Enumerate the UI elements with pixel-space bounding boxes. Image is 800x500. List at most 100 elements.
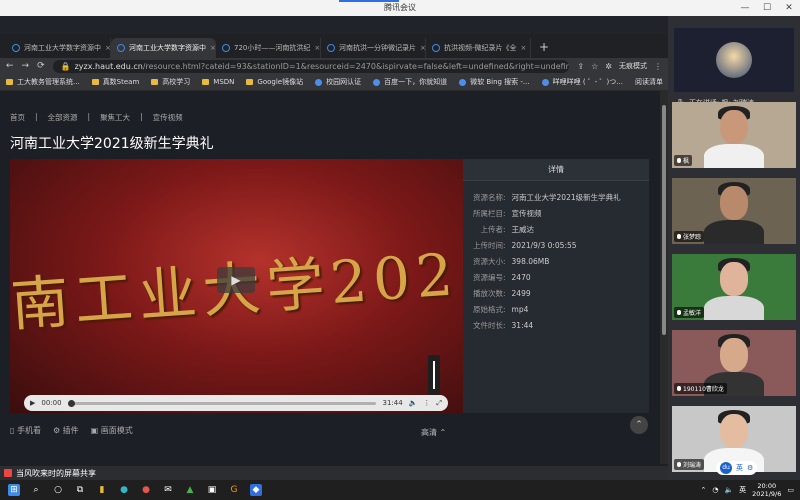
tab-close-icon[interactable]: × xyxy=(420,44,425,52)
plugin-button[interactable]: ⚙ 插件 xyxy=(53,425,79,436)
url-path: /resource.html?cateid=93&stationID=1&res… xyxy=(142,61,570,71)
clock[interactable]: 20:00 2021/9/6 xyxy=(752,482,781,498)
participant-video[interactable]: 张梦踪 xyxy=(672,178,796,244)
breadcrumb-item[interactable]: 宣传视频 xyxy=(153,112,183,123)
maximize-icon[interactable]: ☐ xyxy=(756,0,778,16)
browser-tab[interactable]: 720小时——河南抗洪纪 × xyxy=(216,38,321,58)
folder-icon xyxy=(91,79,99,85)
tab-favicon-icon xyxy=(117,44,125,52)
url-input[interactable]: 🔒 zyzx.haut.edu.cn/resource.html?cateid=… xyxy=(52,59,570,73)
bookmark-item[interactable]: 真数Steam xyxy=(91,77,139,87)
bookmark-item[interactable]: Google镜像站 xyxy=(246,77,303,87)
reload-icon[interactable]: ⟳ xyxy=(37,61,45,71)
chevron-up-icon: ⌃ xyxy=(439,428,447,437)
edge-icon[interactable]: ● xyxy=(118,484,130,496)
browser-tab[interactable]: 河南工业大学数字资源中 × xyxy=(6,38,111,58)
participant-video[interactable]: 枫 xyxy=(672,102,796,168)
mic-icon xyxy=(677,462,681,467)
wifi-icon[interactable]: ◔ xyxy=(712,486,718,494)
detail-value: 宣传视频 xyxy=(511,208,542,218)
bookmark-item[interactable]: 咩哩咩哩 ( ゜- ゜)つ... xyxy=(541,77,623,87)
extensions-icon[interactable]: ✲ xyxy=(605,62,612,71)
notification-icon[interactable]: ▭ xyxy=(787,486,794,494)
tab-close-icon[interactable]: × xyxy=(521,44,527,52)
browser-tab[interactable]: 河南抗洪一分钟微记录片 × xyxy=(321,38,426,58)
file-explorer-icon[interactable]: ▮ xyxy=(96,484,108,496)
share-icon xyxy=(4,469,12,477)
task-view-icon[interactable]: ⧉ xyxy=(74,484,86,496)
search-icon[interactable]: ⌕ xyxy=(30,484,42,496)
chevron-up-icon[interactable]: ⌃ xyxy=(700,486,706,494)
ime-language: 英 xyxy=(736,464,743,472)
bookmark-item[interactable]: 高校学习 xyxy=(151,77,190,87)
play-icon[interactable]: ▶ xyxy=(30,399,35,407)
page-scrollbar[interactable] xyxy=(660,91,668,464)
seek-handle[interactable] xyxy=(67,399,75,407)
chrome-icon[interactable]: ● xyxy=(140,484,152,496)
tray-language[interactable]: 英 xyxy=(739,485,746,495)
more-icon[interactable]: ⋮ xyxy=(423,399,430,407)
participant-video[interactable]: 孟敏洋 xyxy=(672,254,796,320)
volume-icon[interactable]: 🔈 xyxy=(409,399,418,407)
tab-close-icon[interactable]: × xyxy=(314,44,320,52)
window-controls: — ☐ ✕ xyxy=(734,0,800,16)
detail-table: 资源名称: 河南工业大学2021级新生学典礼 所属栏目: 宣传视频 上传者: 王威达 … xyxy=(473,189,621,333)
bookmark-item[interactable]: 工大教务管理系统... xyxy=(6,77,80,87)
bookmarks-bar: 工大教务管理系统... 真数Steam 高校学习 MSDN Google镜像站 … xyxy=(0,74,668,91)
mobile-watch-button[interactable]: ▯ 手机看 xyxy=(10,425,41,436)
scrollbar-thumb[interactable] xyxy=(662,105,666,335)
breadcrumb-item[interactable]: 全部资源 xyxy=(48,112,78,123)
new-tab-icon[interactable]: + xyxy=(531,40,557,58)
bookmark-label: 咩哩咩哩 ( ゜- ゜)つ... xyxy=(552,78,623,86)
picture-mode-button[interactable]: ▣ 画面模式 xyxy=(91,425,133,436)
cortana-icon[interactable]: ○ xyxy=(52,484,64,496)
star-icon[interactable]: ☆ xyxy=(591,62,598,71)
fullscreen-icon[interactable]: ⤢ xyxy=(436,399,442,408)
bilibili-icon xyxy=(541,78,549,86)
incognito-label[interactable]: 无痕模式 xyxy=(619,61,647,71)
video-player[interactable]: 南工业大学2021级 ▶ xyxy=(10,159,463,413)
share-icon[interactable]: ⇪ xyxy=(577,62,584,71)
forward-icon[interactable]: → xyxy=(22,61,30,71)
back-icon[interactable]: ← xyxy=(6,61,14,71)
bookmark-item[interactable]: 校园网认证 xyxy=(315,77,361,87)
game-icon[interactable]: G xyxy=(228,484,240,496)
bookmark-item[interactable]: 百度一下，你就知道 xyxy=(373,77,447,87)
self-view xyxy=(674,28,794,92)
detail-key: 上传者: xyxy=(480,224,506,234)
ime-settings-icon: ⚙ xyxy=(747,464,754,472)
close-icon[interactable]: ✕ xyxy=(778,0,800,16)
title-accent xyxy=(339,0,399,2)
store-icon[interactable]: ▣ xyxy=(206,484,218,496)
start-icon[interactable]: ⊞ xyxy=(8,484,20,496)
back-to-top-button[interactable]: ⌃ xyxy=(630,416,648,434)
detail-row: 播放次数: 2499 xyxy=(473,285,621,301)
participant-face xyxy=(720,338,748,372)
breadcrumb-item[interactable]: 聚焦工大 xyxy=(100,112,130,123)
volume-icon[interactable]: 🔈 xyxy=(724,486,733,494)
volume-slider[interactable] xyxy=(428,355,440,395)
detail-value: 2470 xyxy=(511,272,531,282)
breadcrumb-item[interactable]: 首页 xyxy=(10,112,25,123)
window-titlebar: 腾讯会议 — ☐ ✕ xyxy=(0,0,800,16)
detail-value: mp4 xyxy=(511,304,529,314)
tencent-meeting-icon[interactable]: ◆ xyxy=(250,484,262,496)
bookmark-item[interactable]: 微软 Bing 搜索 -... xyxy=(459,77,530,87)
detail-row: 所属栏目: 宣传视频 xyxy=(473,205,621,221)
quality-selector[interactable]: 高清 ⌃ xyxy=(421,427,446,438)
mail-icon[interactable]: ✉ xyxy=(162,484,174,496)
bookmark-item[interactable]: MSDN xyxy=(202,78,234,86)
seek-bar[interactable] xyxy=(67,399,377,407)
browser-tab[interactable]: 抗洪视频-微纪录片《全 × xyxy=(426,38,531,58)
participant-video[interactable]: 190110曹欣龙 xyxy=(672,330,796,396)
browser-tab-active[interactable]: 河南工业大学数字资源中 × xyxy=(111,38,216,58)
app-icon[interactable]: ▲ xyxy=(184,484,196,496)
minimize-icon[interactable]: — xyxy=(734,0,756,16)
tab-close-icon[interactable]: × xyxy=(210,44,215,52)
reading-list[interactable]: 阅读清单 xyxy=(635,77,663,87)
play-button[interactable]: ▶ xyxy=(217,267,255,293)
tab-close-icon[interactable]: × xyxy=(105,44,110,52)
menu-icon[interactable]: ⋮ xyxy=(654,62,662,71)
tab-favicon-icon xyxy=(432,44,440,52)
ime-toolbar[interactable]: du 英 ⚙ xyxy=(716,461,758,475)
